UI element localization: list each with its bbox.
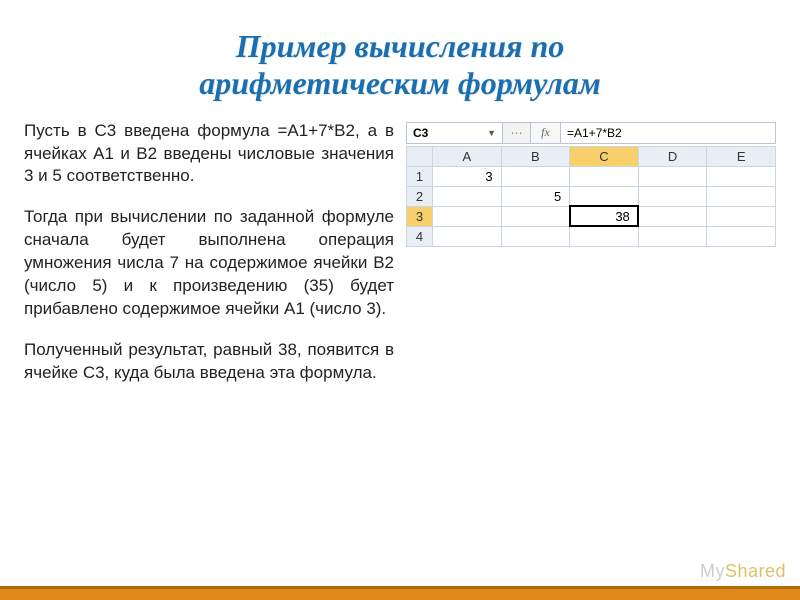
title-line-2: арифметическим формулам — [199, 65, 601, 101]
cell-D1[interactable] — [638, 166, 707, 186]
col-header-A[interactable]: A — [433, 146, 502, 166]
row-header-3[interactable]: 3 — [407, 206, 433, 226]
paragraph-2: Тогда при вычислении по заданной формуле… — [24, 206, 394, 321]
fx-icon[interactable]: fx — [531, 123, 561, 143]
formula-input[interactable]: =A1+7*B2 — [561, 123, 775, 143]
watermark: MyShared — [700, 561, 786, 582]
cell-E2[interactable] — [707, 186, 776, 206]
cell-B3[interactable] — [501, 206, 570, 226]
col-header-D[interactable]: D — [638, 146, 707, 166]
cell-E3[interactable] — [707, 206, 776, 226]
row-header-1[interactable]: 1 — [407, 166, 433, 186]
cell-A3[interactable] — [433, 206, 502, 226]
watermark-part1: My — [700, 561, 725, 581]
spreadsheet-grid: A B C D E 1 3 2 5 — [406, 146, 776, 247]
select-all-corner[interactable] — [407, 146, 433, 166]
cell-C4[interactable] — [570, 226, 639, 246]
cell-A1[interactable]: 3 — [433, 166, 502, 186]
chevron-down-icon: ▼ — [487, 128, 496, 138]
col-header-B[interactable]: B — [501, 146, 570, 166]
paragraph-1: Пусть в C3 введена формула =A1+7*B2, а в… — [24, 120, 394, 189]
footer-accent-bar — [0, 586, 800, 600]
cell-C3[interactable]: 38 — [570, 206, 639, 226]
text-column: Пусть в C3 введена формула =A1+7*B2, а в… — [24, 120, 394, 403]
title-line-1: Пример вычисления по — [236, 28, 565, 64]
cell-E4[interactable] — [707, 226, 776, 246]
cell-E1[interactable] — [707, 166, 776, 186]
cell-A4[interactable] — [433, 226, 502, 246]
formula-buttons: ⋯ — [503, 123, 531, 143]
col-header-C[interactable]: C — [570, 146, 639, 166]
cell-A2[interactable] — [433, 186, 502, 206]
cell-D4[interactable] — [638, 226, 707, 246]
watermark-part2: Shared — [725, 561, 786, 581]
col-header-E[interactable]: E — [707, 146, 776, 166]
cell-D2[interactable] — [638, 186, 707, 206]
cell-D3[interactable] — [638, 206, 707, 226]
content-area: Пусть в C3 введена формула =A1+7*B2, а в… — [24, 120, 776, 403]
row-header-4[interactable]: 4 — [407, 226, 433, 246]
name-box[interactable]: C3 ▼ — [407, 123, 503, 143]
spreadsheet-preview: C3 ▼ ⋯ fx =A1+7*B2 A B C D E — [406, 120, 776, 403]
formula-text: =A1+7*B2 — [567, 126, 622, 140]
cell-B2[interactable]: 5 — [501, 186, 570, 206]
cell-B1[interactable] — [501, 166, 570, 186]
paragraph-3: Полученный результат, равный 38, появитс… — [24, 339, 394, 385]
slide-title: Пример вычисления по арифметическим форм… — [24, 28, 776, 102]
cell-C2[interactable] — [570, 186, 639, 206]
cell-C1[interactable] — [570, 166, 639, 186]
cell-B4[interactable] — [501, 226, 570, 246]
row-header-2[interactable]: 2 — [407, 186, 433, 206]
formula-bar: C3 ▼ ⋯ fx =A1+7*B2 — [406, 122, 776, 144]
active-cell-ref: C3 — [413, 126, 428, 140]
